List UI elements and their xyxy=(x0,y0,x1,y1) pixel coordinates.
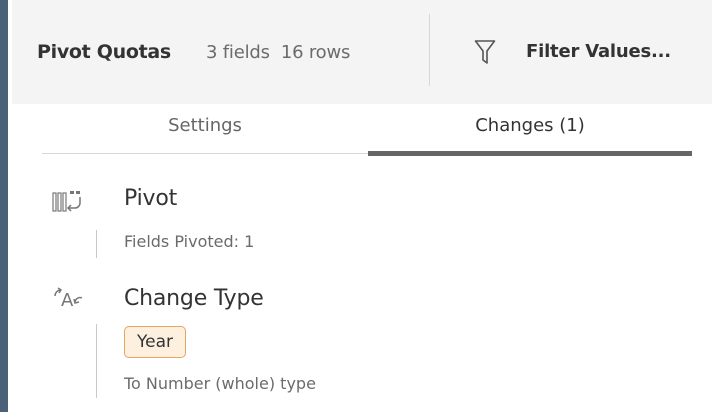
filter-values-button[interactable]: Filter Values... xyxy=(452,28,702,78)
filter-icon xyxy=(474,40,496,64)
change-type-icon: A xyxy=(54,287,83,311)
header-divider xyxy=(429,14,430,86)
change-connector-line xyxy=(96,230,97,258)
svg-text:A: A xyxy=(61,290,74,311)
tab-changes[interactable]: Changes (1) xyxy=(368,104,692,156)
step-meta: 3 fields 16 rows xyxy=(206,42,351,63)
change-item-pivot[interactable]: Pivot Fields Pivoted: 1 xyxy=(52,186,652,266)
change-connector-line xyxy=(96,324,97,398)
change-title-pivot: Pivot xyxy=(124,186,178,211)
step-panel: Pivot Quotas 3 fields 16 rows Filter Val… xyxy=(12,0,712,412)
window-left-border xyxy=(0,0,8,412)
change-title-change-type: Change Type xyxy=(124,286,264,311)
tab-bar: Settings Changes (1) xyxy=(12,104,712,156)
field-chip-year[interactable]: Year xyxy=(124,326,186,358)
tab-settings[interactable]: Settings xyxy=(42,104,368,156)
filter-values-label: Filter Values... xyxy=(526,41,671,62)
change-detail-pivot: Fields Pivoted: 1 xyxy=(124,232,255,251)
step-title: Pivot Quotas xyxy=(37,41,171,63)
change-item-change-type[interactable]: A Change Type Year To Number (whole) typ… xyxy=(52,284,652,404)
pivot-icon xyxy=(52,191,81,212)
change-detail-change-type: To Number (whole) type xyxy=(124,374,316,393)
active-tab-indicator xyxy=(368,151,692,156)
step-header: Pivot Quotas 3 fields 16 rows Filter Val… xyxy=(12,0,712,104)
